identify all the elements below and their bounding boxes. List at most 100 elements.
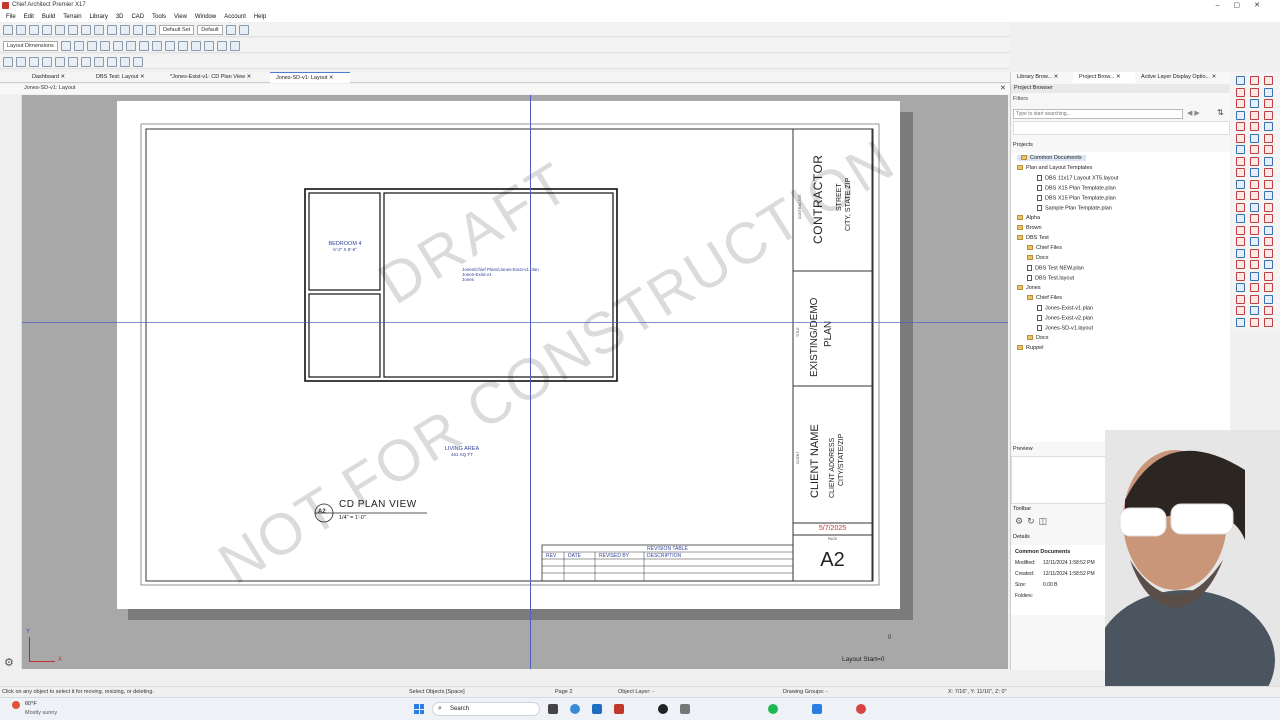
tool-icon[interactable] [1236, 225, 1245, 235]
tool-icon[interactable] [1236, 237, 1245, 246]
project-tree[interactable]: Common Documents Plan and Layout Template… [1011, 152, 1230, 442]
tool-icon[interactable] [1236, 202, 1245, 212]
tree-item[interactable]: DBS X15 Plan Template.plan [1037, 195, 1116, 201]
menu-library[interactable]: Library [90, 12, 108, 22]
tool-icon[interactable] [1250, 156, 1259, 166]
save-icon[interactable] [42, 24, 52, 35]
tree-item[interactable]: Docs [1027, 255, 1049, 261]
default-select[interactable]: Default [197, 24, 223, 35]
open-icon[interactable] [29, 24, 39, 35]
new-layout-icon[interactable] [16, 24, 26, 35]
tool-icon[interactable] [1236, 306, 1245, 315]
tree-item[interactable]: Docs [1027, 335, 1049, 341]
spotify-icon[interactable] [768, 704, 778, 714]
tool-icon[interactable] [1264, 99, 1273, 108]
tree-item[interactable]: DBS Test [1017, 235, 1049, 241]
rotate-icon[interactable] [42, 56, 52, 67]
tool-icon[interactable] [1250, 110, 1259, 120]
tool-icon[interactable] [1250, 168, 1259, 177]
tool-icon[interactable] [1236, 191, 1245, 200]
print-icon[interactable] [55, 24, 65, 35]
tool-icon[interactable] [1236, 168, 1245, 177]
tree-item[interactable]: Jones-Exist-v1.plan [1037, 305, 1093, 311]
tree-item[interactable]: Common Documents [1017, 155, 1086, 161]
tool-icon[interactable] [1236, 156, 1245, 166]
delete-icon[interactable] [112, 40, 123, 51]
tree-item[interactable]: DBS 11x17 Layout XT5.layout [1037, 175, 1118, 181]
weather-icon[interactable] [12, 701, 20, 709]
menu-tools[interactable]: Tools [152, 12, 166, 22]
paste-icon[interactable] [120, 24, 130, 35]
app-icon-blue[interactable] [592, 704, 602, 714]
menu-build[interactable]: Build [42, 12, 55, 22]
tool-icon[interactable] [1264, 306, 1273, 315]
tree-item[interactable]: Ruppel [1017, 345, 1043, 351]
back-arrow-icon[interactable] [107, 56, 117, 67]
app-icon-gray[interactable] [680, 704, 690, 714]
tree-item[interactable]: Chief Files [1027, 245, 1062, 251]
chrome-icon[interactable] [570, 704, 580, 714]
tool-icon[interactable] [1236, 214, 1245, 223]
rectangle-icon[interactable] [164, 40, 175, 51]
tool-icon[interactable] [1250, 294, 1259, 304]
tree-item[interactable]: Jones [1017, 285, 1041, 291]
tool-icon[interactable] [1250, 283, 1259, 292]
tool-icon[interactable] [1264, 133, 1273, 143]
nav-arrows-icon[interactable]: ◀ ▶ [1187, 109, 1200, 117]
tool-icon[interactable] [1236, 110, 1245, 120]
app-icon-red[interactable] [856, 704, 866, 714]
gear-icon[interactable]: ⚙ [4, 656, 14, 669]
tool-icon[interactable] [1236, 122, 1245, 131]
menu-account[interactable]: Account [224, 12, 246, 22]
app-icon-azure[interactable] [812, 704, 822, 714]
chief-architect-icon[interactable] [614, 704, 624, 714]
app-icon-dark[interactable] [658, 704, 668, 714]
tree-item[interactable]: DBS Test.layout [1027, 275, 1074, 281]
tool-icon[interactable] [1236, 133, 1245, 143]
tool-icon[interactable] [1250, 260, 1259, 269]
filter-area[interactable] [1013, 121, 1230, 135]
close-icon[interactable]: ✕ [247, 74, 252, 80]
tab-jones-exist-plan-view[interactable]: *Jones-Exist-v1: CD Plan View ✕ [164, 72, 268, 83]
sort-icon[interactable]: ⇅ [1217, 108, 1224, 117]
tool-icon[interactable] [1250, 99, 1259, 108]
tool-icon[interactable] [1264, 76, 1273, 85]
tree-item[interactable]: Jones-Exist-v2.plan [1037, 315, 1093, 321]
tree-item[interactable]: Plan and Layout Templates [1017, 165, 1092, 171]
forward-arrow-icon[interactable] [120, 56, 130, 67]
menu-view[interactable]: View [174, 12, 187, 22]
callout-icon[interactable] [86, 40, 97, 51]
tool-icon[interactable] [1236, 87, 1245, 97]
tree-item[interactable]: Brown [1017, 225, 1042, 231]
drawing-canvas[interactable]: DRAFT NOT FOR CONSTRUCTION BEDROOM 4 6'-… [22, 95, 1008, 669]
tab-library-browser[interactable]: Library Brow... ✕ [1011, 72, 1077, 83]
tool-icon[interactable] [1250, 271, 1259, 281]
select-icon[interactable] [3, 56, 13, 67]
tool-icon[interactable] [1250, 237, 1259, 246]
tree-item[interactable]: Alpha [1017, 215, 1040, 221]
tool-icon[interactable] [1236, 283, 1245, 292]
tool-icon[interactable] [1264, 271, 1273, 281]
help-icon[interactable] [133, 24, 143, 35]
tree-item[interactable]: DBS Test NEW.plan [1027, 265, 1084, 271]
undo-icon[interactable] [68, 24, 78, 35]
line-icon[interactable] [125, 40, 136, 51]
window-controls[interactable]: –▢✕ [1216, 1, 1274, 9]
target-icon[interactable] [133, 56, 143, 67]
align-icon[interactable] [81, 56, 91, 67]
table-icon[interactable] [190, 40, 201, 51]
layer-icon[interactable] [146, 24, 156, 35]
tool-icon[interactable] [1264, 225, 1273, 235]
grid-icon[interactable] [229, 40, 240, 51]
tool-icon[interactable] [1264, 122, 1273, 131]
panel-toolbar-icons[interactable]: ⚙↻◫ [1015, 516, 1051, 527]
tab-jones-sd-layout[interactable]: Jones-SD-v1: Layout ✕ [270, 72, 350, 83]
tool-icon[interactable] [1236, 248, 1245, 258]
text-icon[interactable] [73, 40, 84, 51]
tool-icon[interactable] [1250, 225, 1259, 235]
layout-dimensions-select[interactable]: Layout Dimensions [3, 40, 58, 51]
tool-icon[interactable] [1264, 145, 1273, 154]
tool-icon[interactable] [1236, 179, 1245, 189]
tool-icon[interactable] [1250, 202, 1259, 212]
close-icon[interactable]: ✕ [140, 74, 145, 80]
